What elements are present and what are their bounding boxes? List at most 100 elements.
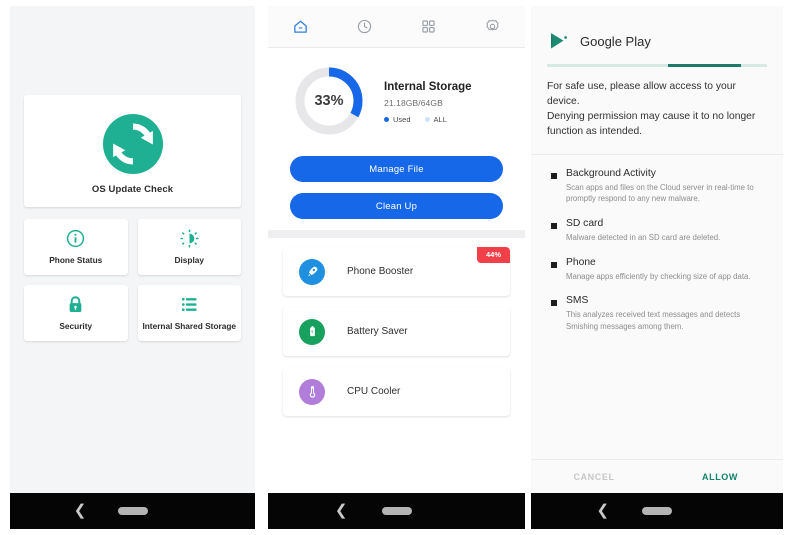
storage-legend: Used ALL <box>384 115 472 124</box>
os-update-check-label: OS Update Check <box>91 184 174 195</box>
feature-label-phone-booster: Phone Booster <box>347 266 414 277</box>
phone2-navbar: ❮ <box>268 493 525 529</box>
home-icon <box>293 20 307 33</box>
permission-title: Background Activity <box>566 167 656 179</box>
battery-glyph <box>309 326 315 337</box>
permission-title: SMS <box>566 295 589 307</box>
permission-title: SD card <box>566 218 604 230</box>
battery-icon <box>299 318 325 345</box>
google-play-header: Google Play <box>531 6 783 52</box>
home-pill-indicator[interactable] <box>642 507 672 515</box>
phone-panel-device-care: OS Update Check Phone Status Display Sec… <box>10 6 255 529</box>
tile-label-display: Display <box>174 255 204 265</box>
permission-sd-card: SD card Malware detected in an SD card a… <box>551 218 767 244</box>
storage-actions: Manage File Clean Up <box>268 156 525 219</box>
bullet-square-icon <box>551 172 557 179</box>
legend-dot-all <box>424 116 430 122</box>
permission-progress-bar <box>547 64 767 67</box>
permission-action-bar: CANCEL ALLOW <box>531 459 783 493</box>
bullet-square-icon <box>551 223 557 230</box>
home-pill-indicator[interactable] <box>381 507 412 515</box>
permission-background-activity: Background Activity Scan apps and files … <box>551 168 767 205</box>
tile-security[interactable]: Security <box>24 285 128 341</box>
allow-button[interactable]: ALLOW <box>657 472 783 482</box>
feature-list: Phone Booster 44% Battery Saver CPU Cool… <box>268 238 525 416</box>
gear-icon <box>486 19 499 31</box>
phone3-navbar: ❮ <box>531 493 783 529</box>
permission-head: Phone <box>551 257 767 268</box>
section-divider <box>268 230 525 238</box>
info-circle-icon <box>67 229 85 248</box>
storage-text-block: Internal Storage 21.18GB/64GB Used ALL <box>384 79 472 124</box>
thermometer-icon <box>299 378 325 405</box>
storage-capacity: 21.18GB/64GB <box>384 97 443 108</box>
legend-item-all: ALL <box>424 114 447 124</box>
permission-list: Background Activity Scan apps and files … <box>531 155 783 333</box>
permission-progress-fill <box>668 64 741 67</box>
tile-internal-shared-storage[interactable]: Internal Shared Storage <box>137 285 241 341</box>
feature-battery-saver[interactable]: Battery Saver <box>283 307 510 356</box>
lock-icon <box>69 296 82 312</box>
storage-list-icon <box>181 297 197 312</box>
google-play-title: Google Play <box>580 33 651 49</box>
rocket-boost-icon <box>299 258 325 285</box>
clock-icon <box>357 19 372 34</box>
phone3-screen: Google Play For safe use, please allow a… <box>531 6 783 493</box>
back-chevron-icon[interactable]: ❮ <box>597 503 610 518</box>
phone1-navbar: ❮ <box>10 493 255 529</box>
legend-label-used: Used <box>393 114 411 124</box>
thermometer-glyph <box>309 386 315 398</box>
legend-dot-used <box>384 116 389 122</box>
storage-percent-label: 33% <box>314 93 344 109</box>
permission-title: Phone <box>566 256 596 268</box>
permission-head: Background Activity <box>551 168 767 179</box>
top-tab-bar <box>268 6 525 48</box>
storage-title: Internal Storage <box>384 80 472 93</box>
tile-phone-status[interactable]: Phone Status <box>24 219 128 275</box>
storage-donut-chart: 33% <box>292 64 366 138</box>
phone1-screen: OS Update Check Phone Status Display Sec… <box>10 6 255 493</box>
grid-icon <box>422 20 435 33</box>
tab-settings[interactable] <box>461 18 525 35</box>
legend-item-used: Used <box>384 115 411 124</box>
google-play-icon <box>551 33 567 49</box>
phone-panel-google-play-permission: Google Play For safe use, please allow a… <box>531 6 783 529</box>
screenshot-root: OS Update Check Phone Status Display Sec… <box>0 0 790 535</box>
permission-head: SD card <box>551 218 767 230</box>
feature-label-battery-saver: Battery Saver <box>347 326 408 337</box>
permission-phone: Phone Manage apps efficiently by checkin… <box>551 257 767 283</box>
permission-description: Scan apps and files on the Cloud server … <box>566 182 754 204</box>
back-chevron-icon[interactable]: ❮ <box>335 503 348 518</box>
permission-intro-text: For safe use, please allow access to you… <box>531 67 783 155</box>
permission-description: Manage apps efficiently by checking size… <box>566 271 751 281</box>
os-update-check-card[interactable]: OS Update Check <box>24 95 241 207</box>
feature-cpu-cooler[interactable]: CPU Cooler <box>283 367 510 416</box>
bullet-square-icon <box>551 261 557 268</box>
tile-label-phone-status: Phone Status <box>49 255 103 265</box>
quick-tiles-grid: Phone Status Display Security Internal S… <box>24 219 241 341</box>
permission-description: This analyzes received text messages and… <box>566 310 741 332</box>
clean-up-button[interactable]: Clean Up <box>290 193 503 219</box>
rocket-glyph <box>307 266 317 277</box>
status-badge-phone-booster: 44% <box>476 247 510 263</box>
refresh-sync-icon <box>102 113 163 175</box>
legend-label-all: ALL <box>433 114 447 124</box>
tab-home[interactable] <box>268 18 332 35</box>
phone-panel-storage-cleaner: 33% Internal Storage 21.18GB/64GB Used A… <box>268 6 525 529</box>
feature-label-cpu-cooler: CPU Cooler <box>347 386 401 397</box>
back-chevron-icon[interactable]: ❮ <box>74 503 87 518</box>
home-pill-indicator[interactable] <box>117 507 148 515</box>
phone1-content: OS Update Check Phone Status Display Sec… <box>10 95 255 341</box>
feature-phone-booster[interactable]: Phone Booster 44% <box>283 247 510 296</box>
manage-file-button[interactable]: Manage File <box>290 156 503 182</box>
tab-apps[interactable] <box>397 18 461 35</box>
bullet-square-icon <box>551 300 557 307</box>
cancel-button[interactable]: CANCEL <box>531 472 657 482</box>
phone2-screen: 33% Internal Storage 21.18GB/64GB Used A… <box>268 6 525 493</box>
brightness-icon <box>180 229 199 248</box>
tile-label-security: Security <box>59 321 93 331</box>
tab-history[interactable] <box>332 18 396 35</box>
tile-display[interactable]: Display <box>137 219 241 275</box>
permission-sms: SMS This analyzes received text messages… <box>551 295 767 332</box>
tile-label-internal-shared-storage: Internal Shared Storage <box>142 321 237 331</box>
